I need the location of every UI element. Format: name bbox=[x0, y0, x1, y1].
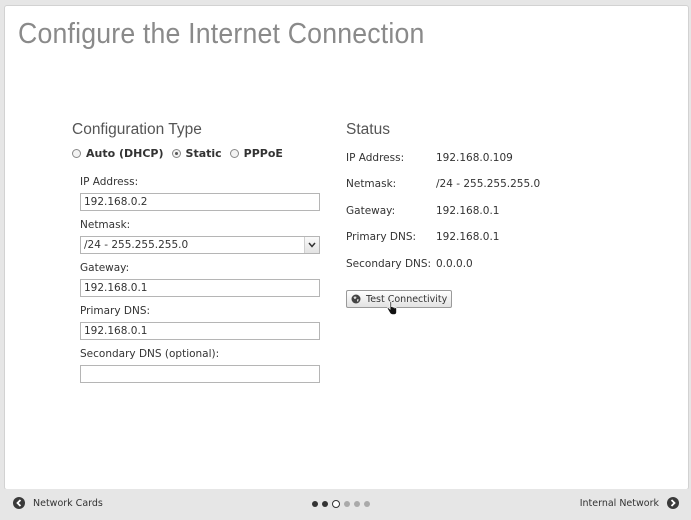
radio-auto-dhcp[interactable]: Auto (DHCP) bbox=[72, 147, 164, 160]
status-secondary-dns-label: Secondary DNS: bbox=[346, 258, 432, 270]
page-title: Configure the Internet Connection bbox=[18, 18, 425, 50]
primary-dns-label: Primary DNS: bbox=[80, 305, 151, 317]
arrow-right-icon[interactable] bbox=[667, 497, 679, 509]
test-connectivity-button[interactable]: Test Connectivity bbox=[346, 290, 452, 308]
globe-icon bbox=[351, 294, 361, 304]
status-ip-label: IP Address: bbox=[346, 152, 405, 164]
secondary-dns-input[interactable] bbox=[80, 365, 320, 383]
step-dot bbox=[344, 501, 350, 507]
radio-pppoe-circle[interactable] bbox=[229, 149, 239, 158]
radio-static-label: Static bbox=[185, 147, 222, 160]
ip-address-input[interactable] bbox=[80, 193, 320, 211]
next-link-internal-network[interactable]: Internal Network bbox=[580, 497, 679, 509]
config-heading: Configuration Type bbox=[72, 121, 202, 138]
config-type-radio-group: Auto (DHCP) Static PPPoE bbox=[72, 147, 291, 160]
back-link-label[interactable]: Network Cards bbox=[33, 498, 103, 509]
step-dot bbox=[322, 501, 328, 507]
chevron-down-icon[interactable] bbox=[304, 237, 319, 253]
status-primary-dns-label: Primary DNS: bbox=[346, 231, 417, 243]
radio-static-circle[interactable] bbox=[171, 149, 181, 158]
radio-static[interactable]: Static bbox=[171, 147, 222, 160]
step-dot bbox=[332, 500, 340, 508]
wizard-footer: Network Cards Internal Network bbox=[0, 489, 691, 520]
status-netmask-value: /24 - 255.255.255.0 bbox=[436, 178, 541, 190]
status-ip-value: 192.168.0.109 bbox=[436, 152, 513, 164]
primary-dns-input[interactable] bbox=[80, 322, 320, 340]
gateway-label: Gateway: bbox=[80, 262, 130, 274]
arrow-left-icon[interactable] bbox=[13, 497, 25, 509]
status-netmask-label: Netmask: bbox=[346, 178, 397, 190]
step-dot bbox=[354, 501, 360, 507]
step-indicator bbox=[312, 500, 374, 508]
status-gateway-value: 192.168.0.1 bbox=[436, 205, 500, 217]
test-connectivity-label: Test Connectivity bbox=[366, 293, 448, 305]
netmask-select[interactable]: /24 - 255.255.255.0 bbox=[80, 236, 320, 254]
radio-auto-dhcp-label: Auto (DHCP) bbox=[86, 147, 164, 160]
radio-pppoe-label: PPPoE bbox=[243, 147, 283, 160]
status-heading: Status bbox=[346, 121, 390, 138]
status-gateway-label: Gateway: bbox=[346, 205, 396, 217]
status-secondary-dns-value: 0.0.0.0 bbox=[436, 258, 473, 270]
radio-auto-dhcp-circle[interactable] bbox=[72, 149, 81, 158]
step-dot bbox=[364, 501, 370, 507]
status-primary-dns-value: 192.168.0.1 bbox=[436, 231, 500, 243]
secondary-dns-label: Secondary DNS (optional): bbox=[80, 348, 220, 360]
back-link-network-cards[interactable]: Network Cards bbox=[13, 497, 103, 509]
netmask-label: Netmask: bbox=[80, 219, 131, 231]
hand-cursor-icon bbox=[386, 300, 398, 317]
gateway-input[interactable] bbox=[80, 279, 320, 297]
next-link-label[interactable]: Internal Network bbox=[580, 498, 659, 509]
netmask-select-value: /24 - 255.255.255.0 bbox=[84, 239, 189, 251]
ip-address-label: IP Address: bbox=[80, 176, 139, 188]
step-dot bbox=[312, 501, 318, 507]
radio-pppoe[interactable]: PPPoE bbox=[229, 147, 283, 160]
